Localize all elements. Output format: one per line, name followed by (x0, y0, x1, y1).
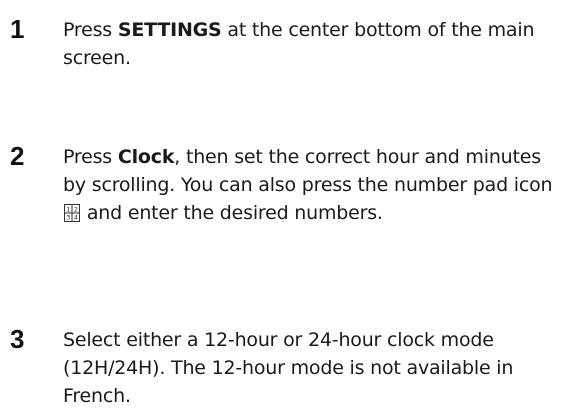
numpad-digit-2: 2 (74, 205, 78, 213)
step-text: Press Clock, then set the correct hour a… (63, 143, 568, 227)
numpad-digit-4: 4 (74, 214, 78, 222)
number-pad-icon: 1 2 3 4 (64, 204, 80, 222)
step-number: 2 (10, 141, 25, 171)
step-text-pre: Press (63, 19, 118, 41)
numpad-digit-1: 1 (66, 205, 70, 213)
step-text-pre: Press (63, 146, 118, 168)
step-text-post2: and enter the desired numbers. (81, 202, 383, 224)
step-number: 3 (10, 324, 25, 354)
step-number: 1 (10, 14, 25, 44)
step-text: Press SETTINGS at the center bottom of t… (63, 16, 568, 72)
numpad-digit-3: 3 (66, 214, 70, 222)
clock-keyword: Clock (117, 146, 175, 168)
settings-keyword: SETTINGS (117, 19, 222, 41)
instructions-page: 1 Press SETTINGS at the center bottom of… (0, 0, 577, 417)
step-text: Select either a 12-hour or 24-hour clock… (63, 329, 514, 407)
